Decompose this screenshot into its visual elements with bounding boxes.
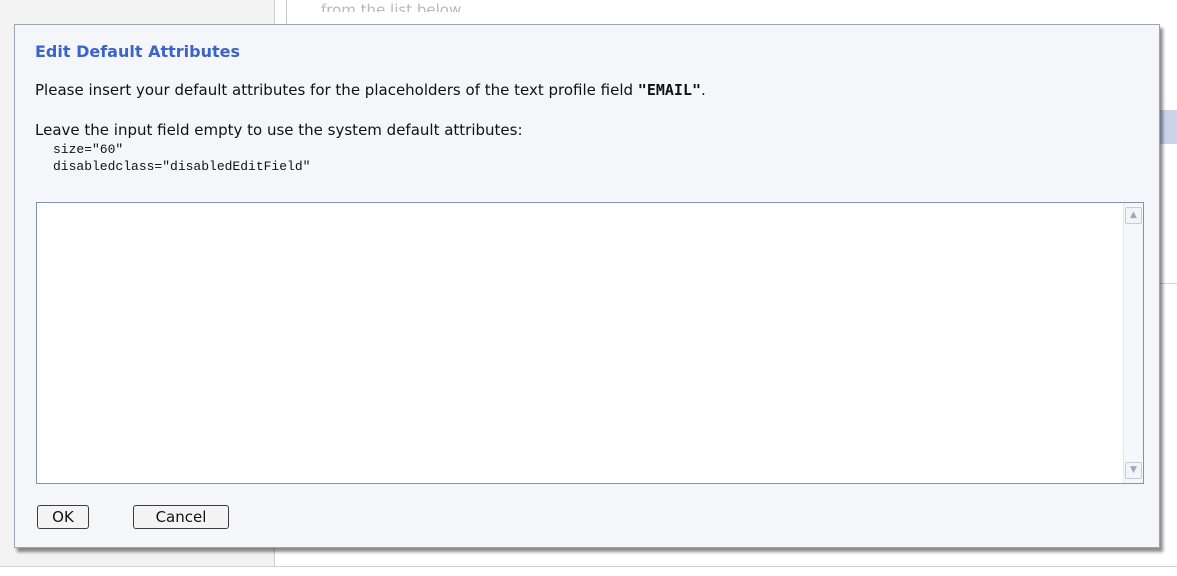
attributes-textarea-container: ▲ ▼	[36, 202, 1144, 484]
background-right-strip	[1160, 0, 1177, 576]
background-bottom-line	[0, 566, 1177, 567]
cancel-button[interactable]: Cancel	[133, 505, 229, 529]
intro-prefix: Please insert your default attributes fo…	[35, 81, 638, 99]
scroll-down-arrow-icon[interactable]: ▼	[1125, 462, 1142, 479]
dialog-title: Edit Default Attributes	[35, 42, 240, 61]
ok-button[interactable]: OK	[37, 505, 89, 529]
attributes-textarea[interactable]	[37, 203, 1123, 483]
background-row-highlight	[1160, 110, 1177, 144]
default-attribute-line: disabledclass="disabledEditField"	[53, 159, 311, 174]
intro-suffix: .	[701, 81, 706, 99]
default-attribute-line: size="60"	[53, 142, 124, 157]
scroll-up-arrow-icon[interactable]: ▲	[1125, 207, 1142, 224]
textarea-scrollbar[interactable]: ▲ ▼	[1123, 203, 1143, 483]
dialog-intro-text: Please insert your default attributes fo…	[35, 80, 706, 100]
background-hint-text: from the list below	[321, 2, 462, 12]
field-name: "EMAIL"	[637, 81, 702, 99]
background-divider	[286, 0, 287, 24]
background-row-line	[1160, 283, 1177, 284]
leave-empty-text: Leave the input field empty to use the s…	[35, 121, 523, 139]
edit-default-attributes-dialog: Edit Default Attributes Please insert yo…	[14, 24, 1160, 548]
